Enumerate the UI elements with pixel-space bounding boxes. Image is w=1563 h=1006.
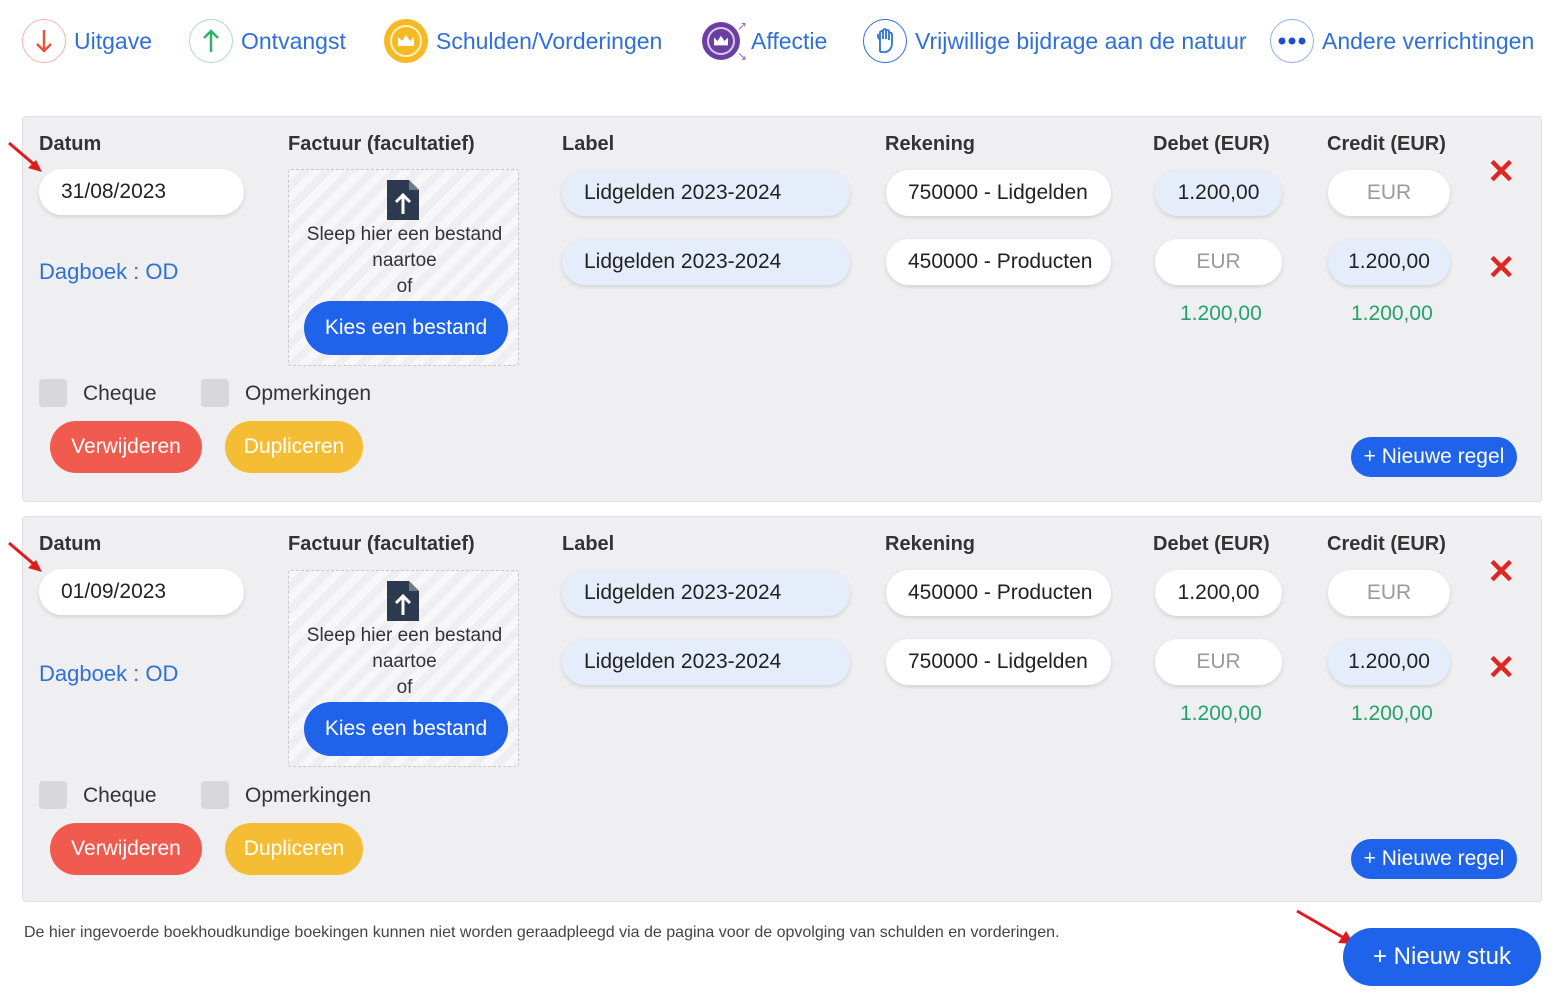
invoice-header: Factuur (facultatief)	[288, 533, 475, 555]
remove-line-icon[interactable]: ✕	[1487, 555, 1516, 589]
dropzone-text: Sleep hier een bestand naartoe of	[289, 222, 520, 300]
invoice-header: Factuur (facultatief)	[288, 133, 475, 155]
credit-input[interactable]: EUR	[1328, 570, 1450, 616]
dropzone-line: Sleep hier een bestand	[306, 224, 503, 245]
debit-input[interactable]: EUR	[1155, 639, 1282, 685]
date-input[interactable]: 31/08/2023	[39, 169, 244, 215]
remove-line-icon[interactable]: ✕	[1487, 651, 1516, 685]
account-header: Rekening	[885, 133, 976, 155]
arrow-up-icon	[189, 19, 233, 63]
debit-total: 1.200,00	[1180, 702, 1262, 725]
cheque-label: Cheque	[83, 784, 157, 807]
credit-total: 1.200,00	[1351, 302, 1433, 325]
nav-affectation[interactable]: ↗ ↘ Affectie	[699, 16, 827, 66]
debit-input[interactable]: EUR	[1155, 239, 1282, 285]
annotation-arrow-icon	[8, 541, 42, 572]
entry-panel: Datum Factuur (facultatief) Label Rekeni…	[22, 116, 1542, 502]
footer-note: De hier ingevoerde boekhoudkundige boeki…	[24, 924, 1060, 941]
journal-link[interactable]: Dagboek : OD	[39, 259, 178, 285]
dropzone-line: Sleep hier een bestand	[306, 625, 503, 646]
credit-total: 1.200,00	[1351, 702, 1433, 725]
operation-type-nav: Uitgave Ontvangst Schulden/Vorderingen ↗…	[0, 0, 1563, 90]
remarks-checkbox[interactable]	[201, 379, 229, 407]
hand-icon	[863, 19, 907, 63]
cheque-label: Cheque	[83, 382, 157, 405]
remove-line-icon[interactable]: ✕	[1487, 251, 1516, 285]
nav-expense[interactable]: Uitgave	[22, 16, 152, 66]
file-upload-icon	[385, 178, 421, 227]
crown-transfer-icon: ↗ ↘	[699, 19, 747, 63]
debit-input[interactable]: 1.200,00	[1155, 170, 1282, 216]
debit-header: Debet (EUR)	[1153, 533, 1270, 555]
label-input[interactable]: Lidgelden 2023-2024	[562, 639, 850, 685]
remove-line-icon[interactable]: ✕	[1487, 155, 1516, 189]
entry-panel: Datum Factuur (facultatief) Label Rekeni…	[22, 516, 1542, 902]
debit-input[interactable]: 1.200,00	[1155, 570, 1282, 616]
invoice-dropzone[interactable]: Sleep hier een bestand naartoe of Kies e…	[288, 169, 519, 366]
label-input[interactable]: Lidgelden 2023-2024	[562, 170, 850, 216]
choose-file-button[interactable]: Kies een bestand	[304, 301, 508, 355]
duplicate-entry-button[interactable]: Dupliceren	[225, 421, 363, 473]
account-select[interactable]: 450000 - Producten	[886, 570, 1111, 616]
delete-entry-button[interactable]: Verwijderen	[50, 421, 202, 473]
account-header: Rekening	[885, 533, 976, 555]
account-select[interactable]: 750000 - Lidgelden	[886, 170, 1111, 216]
date-input[interactable]: 01/09/2023	[39, 569, 244, 615]
nav-receipt[interactable]: Ontvangst	[189, 16, 346, 66]
label-header: Label	[562, 133, 615, 155]
annotation-arrow-icon	[8, 141, 42, 172]
choose-file-button[interactable]: Kies een bestand	[304, 702, 508, 756]
dropzone-line: naartoe	[372, 651, 437, 672]
remarks-checkbox[interactable]	[201, 781, 229, 809]
dropzone-line: naartoe	[372, 250, 437, 271]
credit-header: Credit (EUR)	[1327, 533, 1446, 555]
amount-placeholder: EUR	[1366, 581, 1412, 604]
amount-placeholder: EUR	[1196, 250, 1241, 273]
new-line-button[interactable]: + Nieuwe regel	[1351, 437, 1517, 477]
credit-input[interactable]: 1.200,00	[1328, 639, 1450, 685]
nav-debts-claims[interactable]: Schulden/Vorderingen	[384, 16, 662, 66]
cheque-checkbox[interactable]	[39, 379, 67, 407]
nav-nature-contribution[interactable]: Vrijwillige bijdrage aan de natuur	[863, 16, 1247, 66]
crown-icon	[384, 19, 428, 63]
more-dots-icon	[1270, 19, 1314, 63]
label-input[interactable]: Lidgelden 2023-2024	[562, 570, 850, 616]
arrow-down-icon	[22, 19, 66, 63]
credit-header: Credit (EUR)	[1327, 133, 1446, 155]
remarks-label: Opmerkingen	[245, 784, 372, 807]
new-document-button[interactable]: + Nieuw stuk	[1343, 928, 1541, 986]
credit-input[interactable]: EUR	[1328, 170, 1450, 216]
nav-other-operations[interactable]: Andere verrichtingen	[1270, 16, 1534, 66]
label-header: Label	[562, 533, 615, 555]
account-select[interactable]: 750000 - Lidgelden	[886, 639, 1111, 685]
delete-entry-button[interactable]: Verwijderen	[50, 823, 202, 875]
file-upload-icon	[385, 579, 421, 628]
new-line-button[interactable]: + Nieuwe regel	[1351, 839, 1517, 879]
dropzone-text: Sleep hier een bestand naartoe of	[289, 623, 520, 701]
invoice-dropzone[interactable]: Sleep hier een bestand naartoe of Kies e…	[288, 570, 519, 767]
nav-label: Schulden/Vorderingen	[436, 27, 663, 54]
dropzone-line: of	[396, 276, 413, 297]
amount-placeholder: EUR	[1196, 650, 1241, 673]
nav-label: Affectie	[751, 27, 828, 54]
nav-label: Vrijwillige bijdrage aan de natuur	[915, 27, 1247, 54]
duplicate-entry-button[interactable]: Dupliceren	[225, 823, 363, 875]
date-header: Datum	[39, 133, 102, 155]
credit-input[interactable]: 1.200,00	[1328, 239, 1450, 285]
debit-header: Debet (EUR)	[1153, 133, 1270, 155]
nav-label: Uitgave	[74, 27, 152, 54]
account-select[interactable]: 450000 - Producten	[886, 239, 1111, 285]
debit-total: 1.200,00	[1180, 302, 1262, 325]
remarks-label: Opmerkingen	[245, 382, 372, 405]
nav-label: Ontvangst	[241, 27, 346, 54]
journal-link[interactable]: Dagboek : OD	[39, 661, 178, 687]
nav-label: Andere verrichtingen	[1322, 27, 1535, 54]
amount-placeholder: EUR	[1366, 181, 1412, 204]
dropzone-line: of	[396, 677, 413, 698]
date-header: Datum	[39, 533, 102, 555]
cheque-checkbox[interactable]	[39, 781, 67, 809]
label-input[interactable]: Lidgelden 2023-2024	[562, 239, 850, 285]
